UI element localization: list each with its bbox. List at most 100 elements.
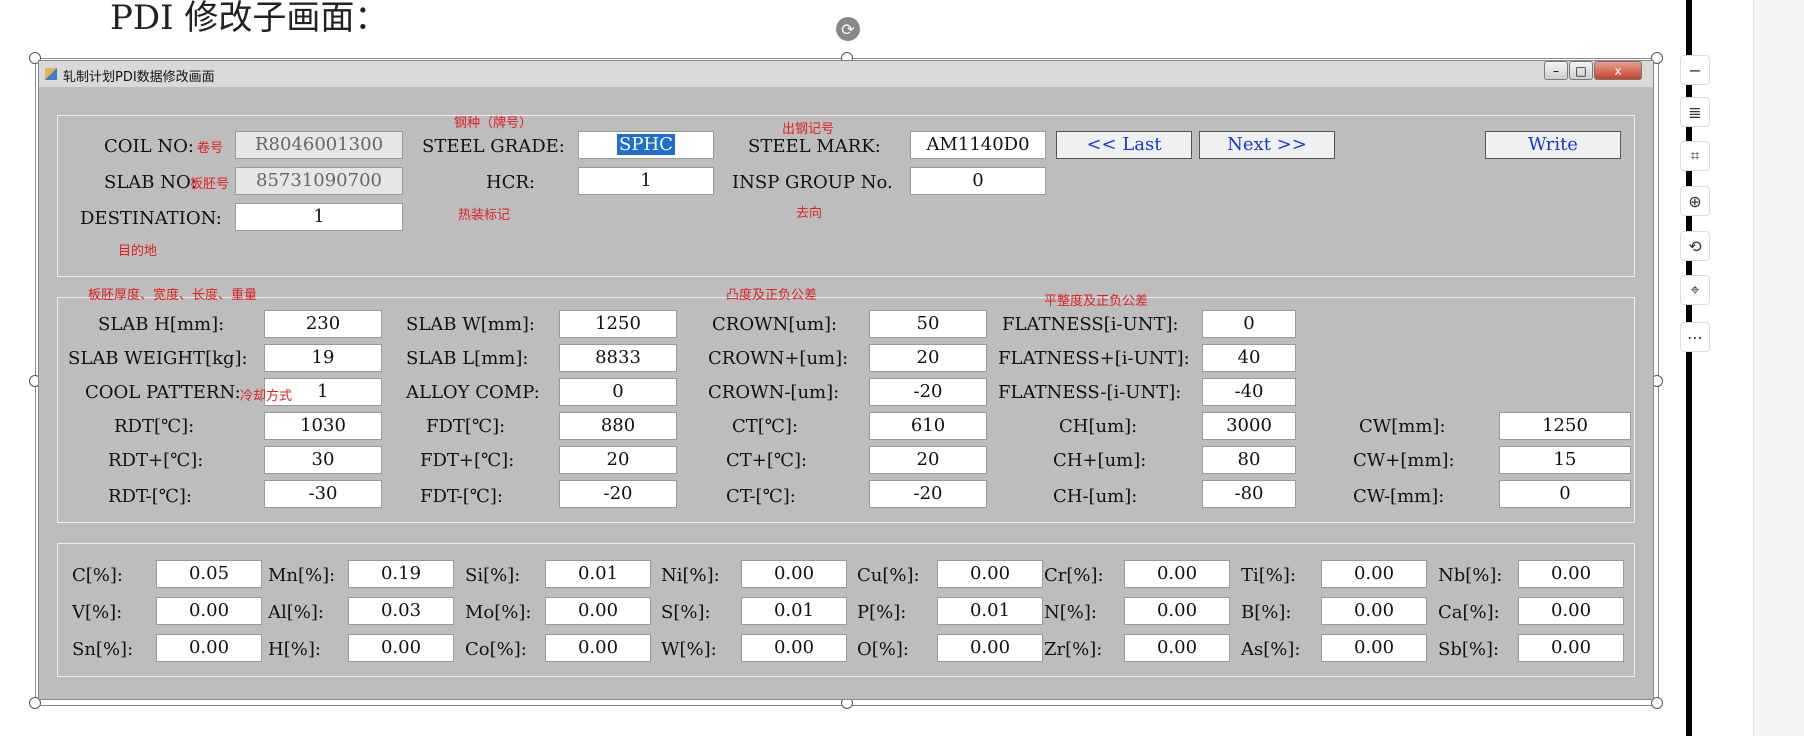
slab-dims-note: 板胚厚度、宽度、长度、重量 [88, 288, 258, 303]
write-button[interactable]: Write [1485, 131, 1621, 159]
rotate-handle-icon[interactable]: ⟳ [836, 17, 860, 41]
fdt-plus-field[interactable]: 20 [559, 446, 677, 474]
chem-field[interactable]: 0.00 [156, 597, 262, 625]
slab-l-label: SLAB L[mm]: [406, 348, 529, 369]
chem-field[interactable]: 0.00 [156, 634, 262, 662]
chem-label: Al[%]: [268, 602, 324, 623]
cw-field[interactable]: 1250 [1499, 412, 1631, 440]
chem-label: Cr[%]: [1044, 565, 1104, 586]
chem-field[interactable]: 0.00 [1124, 597, 1230, 625]
insp-group-field[interactable]: 0 [910, 167, 1046, 195]
slab-weight-field[interactable]: 19 [264, 344, 382, 372]
text-wrap-icon[interactable]: ≣ [1680, 97, 1710, 127]
zoom-in-icon[interactable]: ⊕ [1680, 186, 1710, 216]
chem-label: P[%]: [857, 602, 907, 623]
more-icon[interactable]: ⋯ [1680, 322, 1710, 352]
hcr-field[interactable]: 1 [578, 167, 714, 195]
crown-plus-field[interactable]: 20 [869, 344, 987, 372]
slab-no-label: SLAB NO: [104, 172, 197, 193]
rdt-field[interactable]: 1030 [264, 412, 382, 440]
cw-plus-field[interactable]: 15 [1499, 446, 1631, 474]
chem-field[interactable]: 0.00 [1518, 560, 1624, 588]
chem-field[interactable]: 0.00 [348, 634, 454, 662]
flatness-field[interactable]: 0 [1202, 310, 1296, 338]
flatness-minus-field[interactable]: -40 [1202, 378, 1296, 406]
ct-label: CT[℃]: [732, 416, 799, 437]
chem-field[interactable]: 0.00 [545, 597, 651, 625]
ch-plus-field[interactable]: 80 [1202, 446, 1296, 474]
flatness-plus-field[interactable]: 40 [1202, 344, 1296, 372]
ct-plus-label: CT+[℃]: [726, 450, 808, 471]
chem-field[interactable]: 0.00 [937, 560, 1043, 588]
chem-field[interactable]: 0.00 [1321, 634, 1427, 662]
ch-field[interactable]: 3000 [1202, 412, 1296, 440]
crown-field[interactable]: 50 [869, 310, 987, 338]
ch-plus-label: CH+[um]: [1053, 450, 1147, 471]
maximize-button[interactable]: □ [1569, 61, 1593, 80]
coil-no-label: COIL NO: [104, 136, 194, 157]
slab-no-field[interactable]: 85731090700 [235, 167, 403, 195]
last-button[interactable]: << Last [1056, 131, 1192, 159]
ct-plus-field[interactable]: 20 [869, 446, 987, 474]
destination-field[interactable]: 1 [235, 203, 403, 231]
crown-minus-field[interactable]: -20 [869, 378, 987, 406]
chem-label: Sb[%]: [1438, 639, 1500, 660]
rdt-minus-label: RDT-[℃]: [108, 486, 192, 507]
steel-grade-field[interactable]: SPHC [578, 131, 714, 159]
rdt-minus-field[interactable]: -30 [264, 480, 382, 508]
alloy-comp-label: ALLOY COMP: [406, 382, 540, 403]
chem-field[interactable]: 0.19 [348, 560, 454, 588]
chem-field[interactable]: 0.01 [741, 597, 847, 625]
scan-icon[interactable]: ⌖ [1680, 275, 1710, 305]
ct-field[interactable]: 610 [869, 412, 987, 440]
slab-w-label: SLAB W[mm]: [406, 314, 535, 335]
chem-field[interactable]: 0.00 [1321, 560, 1427, 588]
close-button[interactable]: x [1594, 61, 1642, 80]
coil-no-note: 卷号 [197, 141, 224, 156]
ct-minus-field[interactable]: -20 [869, 480, 987, 508]
cool-pattern-label: COOL PATTERN: [85, 382, 241, 403]
chem-label: Mn[%]: [268, 565, 336, 586]
minus-icon[interactable]: − [1680, 55, 1710, 85]
ch-minus-field[interactable]: -80 [1202, 480, 1296, 508]
next-button[interactable]: Next >> [1199, 131, 1335, 159]
cw-minus-field[interactable]: 0 [1499, 480, 1631, 508]
chem-field[interactable]: 0.01 [937, 597, 1043, 625]
slab-l-field[interactable]: 8833 [559, 344, 677, 372]
fdt-minus-field[interactable]: -20 [559, 480, 677, 508]
chem-field[interactable]: 0.00 [741, 560, 847, 588]
chem-field[interactable]: 0.00 [1124, 560, 1230, 588]
chem-field[interactable]: 0.03 [348, 597, 454, 625]
chem-field[interactable]: 0.00 [1518, 597, 1624, 625]
window-title: 轧制计划PDI数据修改画面 [63, 70, 215, 85]
minimize-button[interactable]: – [1544, 61, 1568, 80]
slab-h-field[interactable]: 230 [264, 310, 382, 338]
chem-field[interactable]: 0.00 [741, 634, 847, 662]
fdt-minus-label: FDT-[℃]: [420, 486, 503, 507]
slab-w-field[interactable]: 1250 [559, 310, 677, 338]
ch-label: CH[um]: [1059, 416, 1138, 437]
steel-mark-label: STEEL MARK: [748, 136, 881, 157]
fdt-field[interactable]: 880 [559, 412, 677, 440]
chem-field[interactable]: 0.00 [1124, 634, 1230, 662]
chem-field[interactable]: 0.00 [1321, 597, 1427, 625]
coil-no-field[interactable]: R8046001300 [235, 131, 403, 159]
rdt-plus-field[interactable]: 30 [264, 446, 382, 474]
steel-grade-value: SPHC [617, 134, 675, 155]
chem-label: Zr[%]: [1044, 639, 1103, 660]
chem-field[interactable]: 0.05 [156, 560, 262, 588]
chem-field[interactable]: 0.00 [1518, 634, 1624, 662]
chem-label: V[%]: [72, 602, 123, 623]
chem-field[interactable]: 0.00 [937, 634, 1043, 662]
steel-mark-field[interactable]: AM1140D0 [910, 131, 1046, 159]
chem-label: Ca[%]: [1438, 602, 1500, 623]
chem-label: H[%]: [268, 639, 321, 660]
rotate-icon[interactable]: ⟲ [1680, 231, 1710, 261]
chem-field[interactable]: 0.00 [545, 634, 651, 662]
slab-params-group: 板胚厚度、宽度、长度、重量 凸度及正负公差 平整度及正负公差 SLAB H[mm… [57, 288, 1635, 523]
crop-icon[interactable]: ⌗ [1680, 141, 1710, 171]
chem-field[interactable]: 0.01 [545, 560, 651, 588]
cool-pattern-note: 冷却方式 [240, 389, 293, 404]
alloy-comp-field[interactable]: 0 [559, 378, 677, 406]
hcr-label: HCR: [486, 172, 536, 193]
